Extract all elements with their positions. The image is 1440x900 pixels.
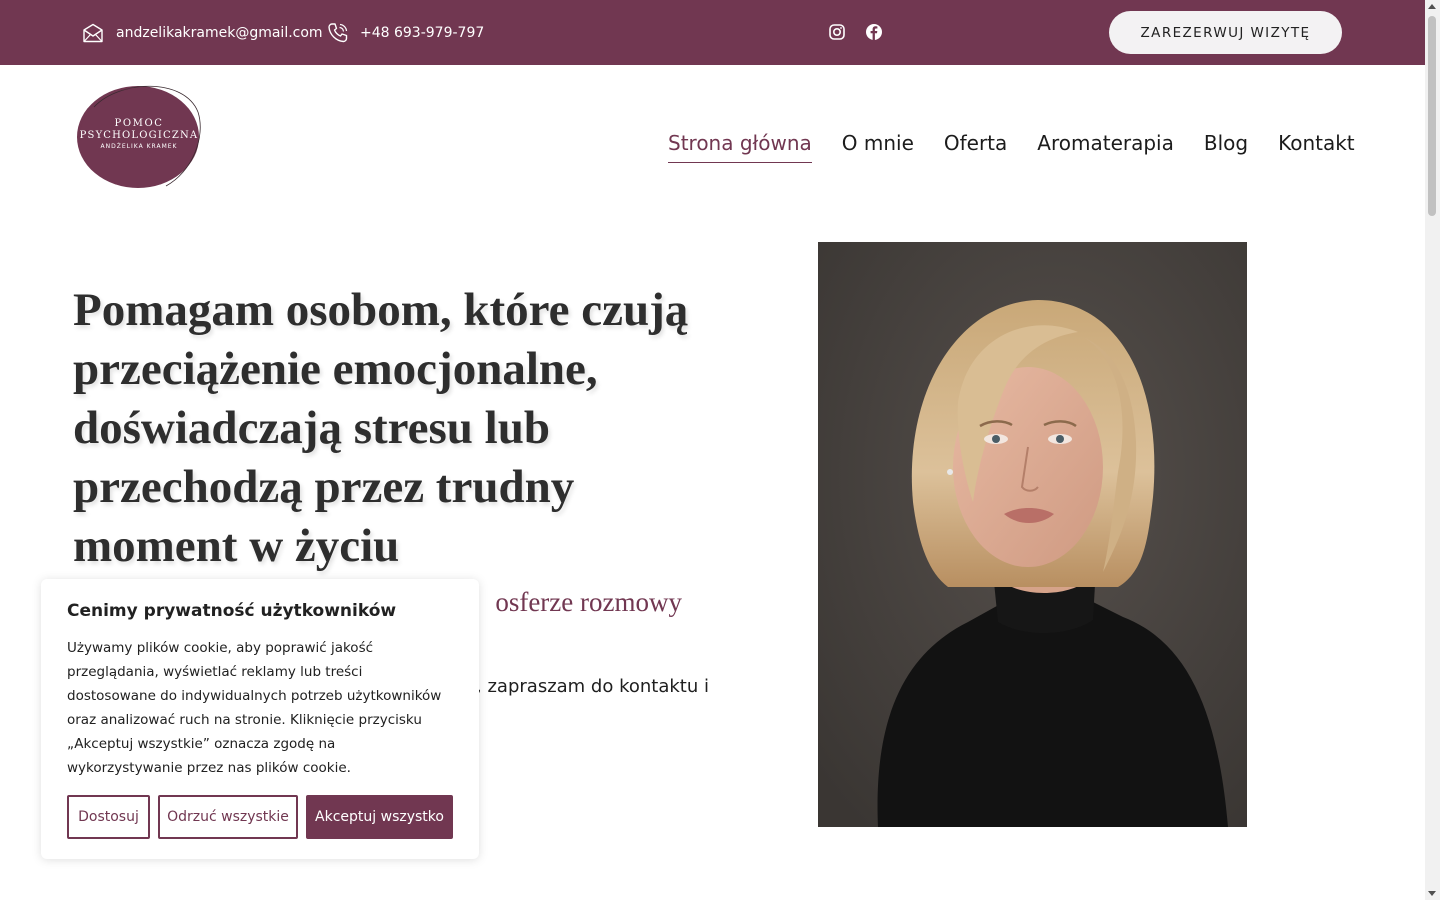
portrait-photo [818, 242, 1247, 827]
contact-phone[interactable]: +48 693-979-797 [327, 0, 484, 65]
contact-phone-text: +48 693-979-797 [360, 24, 485, 41]
contact-email-text: andzelikakramek@gmail.com [116, 24, 323, 41]
scroll-up-arrow-icon[interactable] [1428, 4, 1436, 9]
cookie-buttons: Dostosuj Odrzuć wszystkie Akceptuj wszys… [67, 795, 453, 839]
cookie-text: Używamy plików cookie, aby poprawić jako… [67, 640, 442, 776]
cookie-accept-button[interactable]: Akceptuj wszystko [306, 795, 453, 839]
nav-item-about[interactable]: O mnie [842, 130, 914, 163]
cookie-title: Cenimy prywatność użytkowników [67, 601, 397, 621]
nav-item-aromatherapy[interactable]: Aromaterapia [1037, 130, 1174, 163]
logo-text: POMOC PSYCHOLOGICZNA ANDŻELIKA KRAMEK [74, 82, 204, 192]
phone-icon [327, 22, 349, 44]
page-scrollbar[interactable] [1425, 0, 1440, 900]
instagram-icon[interactable] [828, 23, 846, 41]
nav-item-home[interactable]: Strona główna [668, 130, 812, 163]
logo-line-2: PSYCHOLOGICZNA [79, 130, 199, 141]
contact-email[interactable]: andzelikakramek@gmail.com [82, 0, 323, 65]
site-logo[interactable]: POMOC PSYCHOLOGICZNA ANDŻELIKA KRAMEK [74, 82, 204, 192]
hero-title: Pomagam osobom, które czują przeciążenie… [73, 284, 689, 572]
logo-line-1: POMOC [114, 118, 164, 129]
facebook-icon[interactable] [865, 23, 883, 41]
envelope-icon [82, 23, 104, 43]
scroll-thumb[interactable] [1428, 16, 1436, 216]
nav-item-blog[interactable]: Blog [1204, 130, 1248, 163]
nav-item-contact[interactable]: Kontakt [1278, 130, 1355, 163]
cookie-customize-button[interactable]: Dostosuj [67, 795, 150, 839]
cookie-banner: Cenimy prywatność użytkowników Używamy p… [41, 579, 479, 859]
logo-line-3: ANDŻELIKA KRAMEK [100, 143, 178, 150]
top-bar: andzelikakramek@gmail.com +48 693-979-79… [0, 0, 1425, 65]
cookie-reject-button[interactable]: Odrzuć wszystkie [158, 795, 298, 839]
main-nav: Strona główna O mnie Oferta Aromaterapia… [668, 130, 1355, 163]
scroll-down-arrow-icon[interactable] [1428, 891, 1436, 896]
nav-item-offer[interactable]: Oferta [944, 130, 1007, 163]
book-visit-button[interactable]: ZAREZERWUJ WIZYTĘ [1109, 11, 1342, 54]
